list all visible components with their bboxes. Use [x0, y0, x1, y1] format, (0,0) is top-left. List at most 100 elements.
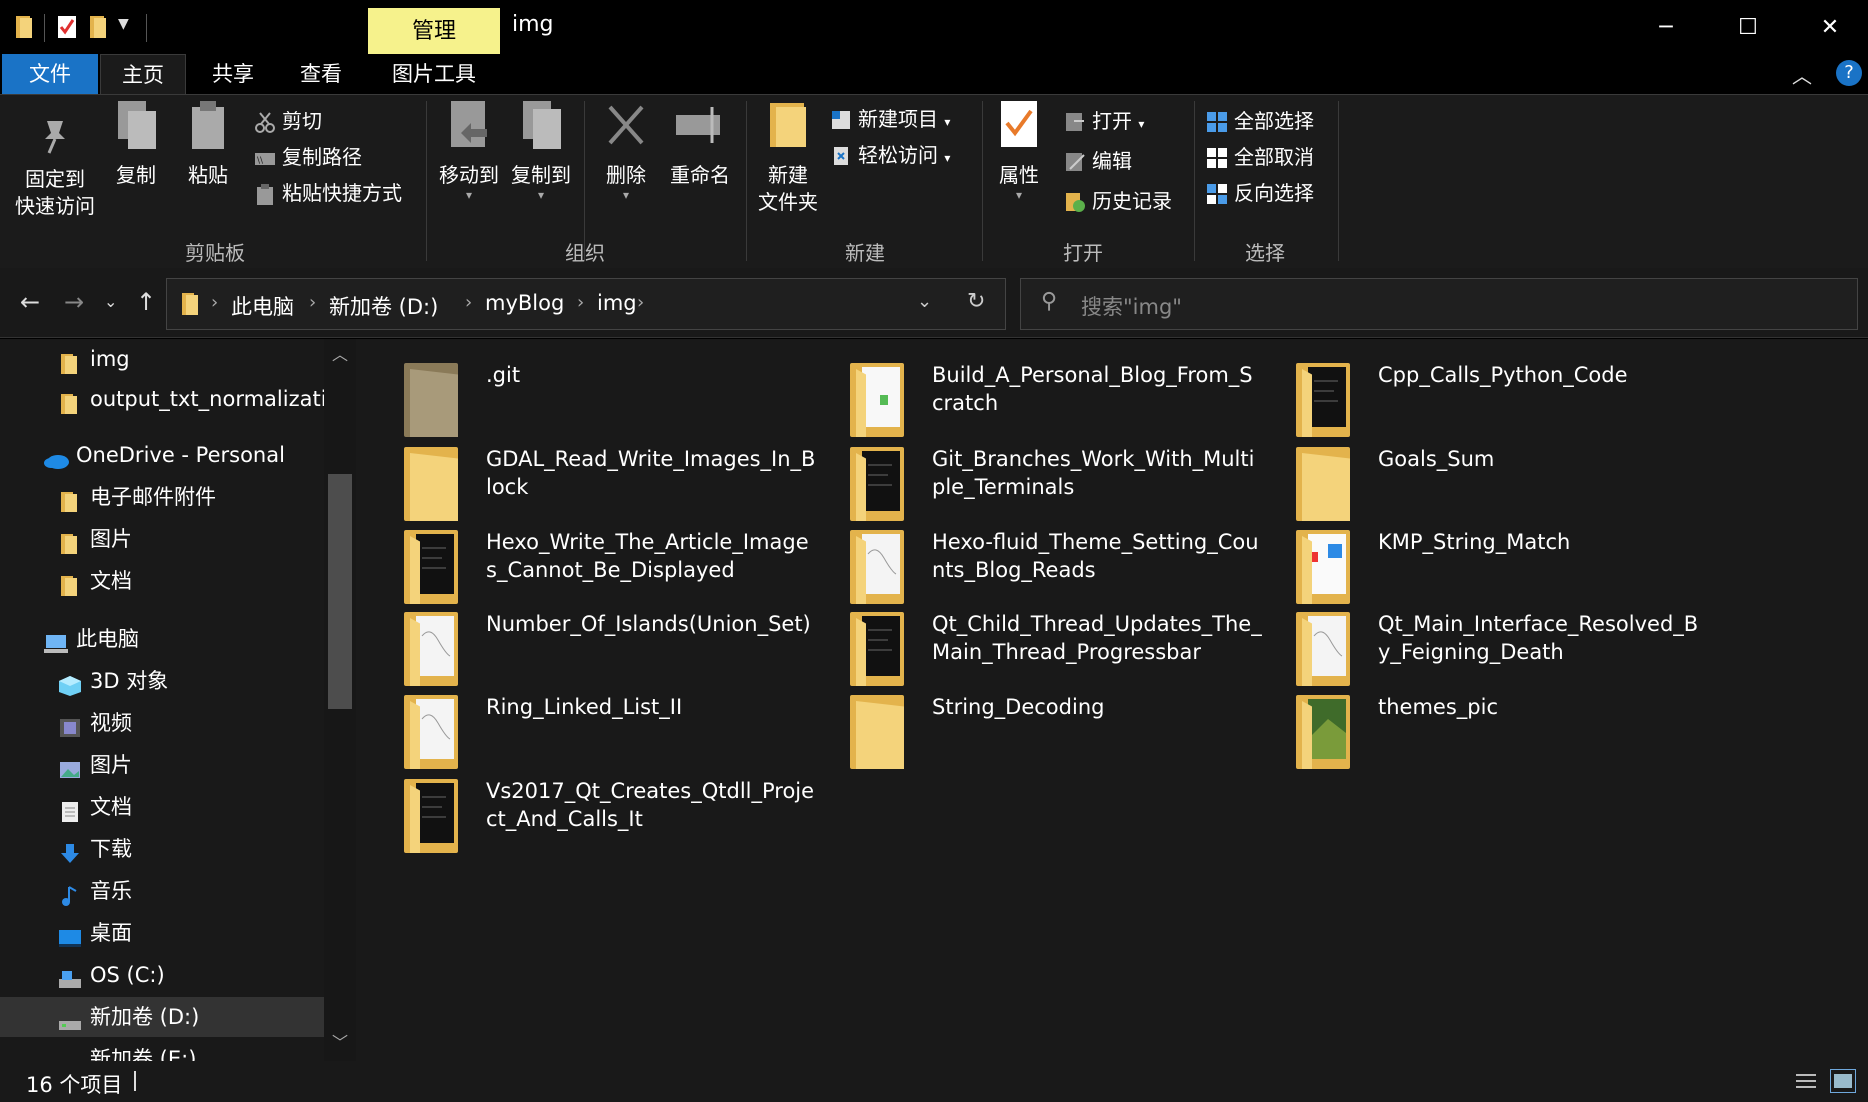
video-icon [58, 712, 82, 737]
easy-access-button[interactable]: 轻松访问 ▾ [830, 139, 950, 171]
folder-item[interactable]: .git [356, 355, 796, 451]
move-to-button[interactable]: 移动到 ▾ [434, 99, 504, 201]
copy-path-button[interactable]: \\ 复制路径 [254, 141, 362, 173]
address-input[interactable]: › 此电脑 › 新加卷 (D:) › myBlog › img › ⌄ ↻ [166, 278, 1006, 330]
paste-button[interactable]: 粘贴 [180, 99, 236, 189]
tab-home[interactable]: 主页 [100, 54, 186, 94]
folder-item[interactable]: Cpp_Calls_Python_Code [1248, 355, 1688, 451]
breadcrumb-myblog[interactable]: myBlog [485, 291, 564, 315]
folder-item[interactable]: Vs2017_Qt_Creates_Qtdll_Project_And_Call… [356, 771, 814, 867]
new-folder-button[interactable]: 新建 文件夹 [752, 99, 824, 216]
breadcrumb-img[interactable]: img [597, 291, 637, 315]
select-none-button[interactable]: 全部取消 [1206, 141, 1314, 173]
nav-item-3d-objects[interactable]: 3D 对象 [0, 661, 324, 701]
nav-scrollbar-thumb[interactable] [328, 474, 352, 709]
nav-item-pictures[interactable]: 图片 [0, 745, 324, 785]
folder-item[interactable]: Goals_Sum [1248, 439, 1688, 535]
rename-button[interactable]: 重命名 [664, 99, 736, 189]
nav-item-label: 视频 [90, 711, 132, 735]
nav-item-videos[interactable]: 视频 [0, 703, 324, 743]
tab-manage[interactable]: 管理 [368, 8, 500, 54]
nav-item-img[interactable]: img [0, 339, 324, 379]
pin-label-line1: 固定到 [25, 167, 85, 191]
folder-item[interactable]: Git_Branches_Work_With_Multiple_Terminal… [802, 439, 1254, 535]
nav-item-label: 新加卷 (E:) [90, 1047, 197, 1061]
address-dropdown-icon[interactable]: ⌄ [917, 291, 932, 312]
folder-item[interactable]: Build_A_Personal_Blog_From_Scratch [802, 355, 1253, 451]
svg-text:\\: \\ [257, 156, 264, 166]
nav-item-this-pc[interactable]: 此电脑 [0, 619, 324, 659]
breadcrumb-drive-d[interactable]: 新加卷 (D:) [329, 291, 438, 321]
folder-item[interactable]: Number_Of_Islands(Union_Set) [356, 604, 811, 700]
search-placeholder: 搜索"img" [1081, 295, 1182, 319]
nav-item-onedrive[interactable]: OneDrive - Personal [0, 435, 324, 475]
open-button[interactable]: 打开 ▾ [1064, 105, 1144, 137]
back-arrow-icon[interactable]: ← [20, 288, 40, 316]
nav-item-music[interactable]: 音乐 [0, 871, 324, 911]
copy-button[interactable]: 复制 [108, 99, 164, 189]
edit-button[interactable]: 编辑 [1064, 145, 1132, 177]
properties-quick-icon[interactable] [56, 14, 78, 40]
nav-item-label: 下载 [90, 837, 132, 861]
refresh-icon[interactable]: ↻ [967, 289, 985, 314]
cut-button[interactable]: 剪切 [254, 105, 322, 137]
nav-item-drive-c[interactable]: OS (C:) [0, 955, 324, 995]
divider [1338, 101, 1339, 261]
up-arrow-icon[interactable]: ↑ [136, 288, 156, 316]
history-button[interactable]: 历史记录 [1064, 185, 1172, 217]
collapse-ribbon-icon[interactable]: ︿ [1792, 60, 1812, 89]
pin-to-quick-access-button[interactable]: 固定到 快速访问 [10, 115, 100, 220]
new-item-button[interactable]: 新建项目 ▾ [830, 103, 950, 135]
search-icon: ⚲ [1041, 289, 1058, 314]
new-folder-label-line2: 文件夹 [758, 190, 818, 214]
invert-selection-button[interactable]: 反向选择 [1206, 177, 1314, 209]
folder-icon [404, 779, 458, 853]
tab-share[interactable]: 共享 [190, 54, 276, 94]
folder-item[interactable]: Ring_Linked_List_II [356, 687, 796, 783]
maximize-button[interactable]: ☐ [1708, 8, 1788, 48]
nav-item-desktop[interactable]: 桌面 [0, 913, 324, 953]
nav-item-onedrive-pictures[interactable]: 图片 [0, 519, 324, 559]
folder-item[interactable]: String_Decoding [802, 687, 1242, 783]
recent-locations-icon[interactable]: ⌄ [104, 292, 117, 311]
nav-item-drive-d[interactable]: 新加卷 (D:) [0, 997, 324, 1037]
rename-icon [664, 99, 736, 158]
large-icons-view-icon[interactable] [1830, 1069, 1856, 1093]
nav-item-documents[interactable]: 文档 [0, 787, 324, 827]
folder-item[interactable]: Qt_Main_Interface_Resolved_By_Feigning_D… [1248, 604, 1698, 700]
paste-shortcut-button[interactable]: 粘贴快捷方式 [254, 177, 402, 209]
help-icon[interactable]: ? [1836, 60, 1862, 86]
folder-icon [850, 695, 904, 769]
nav-item-email-attachments[interactable]: 电子邮件附件 [0, 477, 324, 517]
properties-button[interactable]: 属性 ▾ [990, 99, 1048, 201]
edit-icon [1064, 150, 1086, 172]
scroll-up-icon[interactable]: ︿ [332, 341, 348, 365]
folder-icon [850, 363, 904, 437]
dropdown-arrow-icon: ▾ [944, 151, 951, 165]
customize-toolbar-icon[interactable]: ▼ [118, 16, 140, 42]
select-all-button[interactable]: 全部选择 [1206, 105, 1314, 137]
delete-button[interactable]: 删除 ▾ [592, 99, 660, 201]
minimize-button[interactable]: ─ [1626, 8, 1706, 48]
nav-item-onedrive-documents[interactable]: 文档 [0, 561, 324, 601]
nav-item-downloads[interactable]: 下载 [0, 829, 324, 869]
breadcrumb-this-pc[interactable]: 此电脑 [231, 291, 294, 321]
details-view-icon[interactable] [1794, 1071, 1818, 1091]
tab-view[interactable]: 查看 [278, 54, 364, 94]
forward-arrow-icon[interactable]: → [64, 288, 84, 316]
folder-item[interactable]: Qt_Child_Thread_Updates_The_Main_Thread_… [802, 604, 1262, 700]
folder-item[interactable]: GDAL_Read_Write_Images_In_Block [356, 439, 815, 535]
nav-item-drive-e[interactable]: 新加卷 (E:) [0, 1039, 324, 1061]
copy-icon [108, 99, 164, 158]
tab-file[interactable]: 文件 [2, 54, 98, 94]
open-icon [1064, 110, 1086, 132]
close-button[interactable]: ✕ [1790, 8, 1868, 48]
copy-to-button[interactable]: 复制到 ▾ [506, 99, 576, 201]
nav-item-output-txt[interactable]: output_txt_normalization [0, 379, 324, 419]
folder-icon [14, 14, 36, 40]
folder-item[interactable]: themes_pic [1248, 687, 1688, 783]
tab-picture-tools[interactable]: 图片工具 [374, 54, 494, 94]
scroll-down-icon[interactable]: ﹀ [332, 1029, 348, 1053]
search-input[interactable]: ⚲ 搜索"img" [1020, 278, 1858, 330]
new-folder-quick-icon[interactable] [88, 14, 110, 40]
